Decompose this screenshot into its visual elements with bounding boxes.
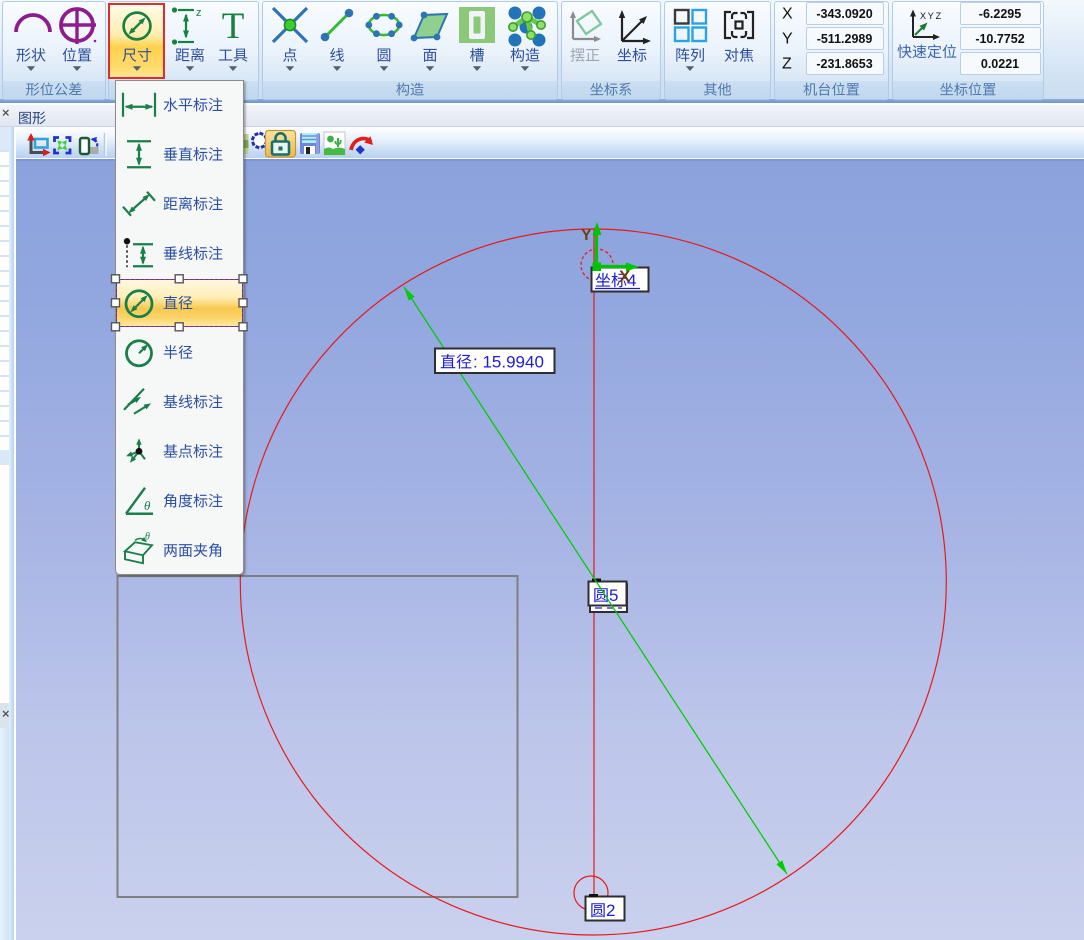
svg-text:Y: Y — [581, 227, 592, 244]
svg-text:5: 5 — [609, 586, 618, 605]
svg-text:θ: θ — [144, 498, 151, 513]
svg-text:2: 2 — [606, 901, 615, 920]
svg-text:X: X — [619, 267, 631, 286]
svg-text:: 15.9940: : 15.9940 — [473, 353, 544, 372]
